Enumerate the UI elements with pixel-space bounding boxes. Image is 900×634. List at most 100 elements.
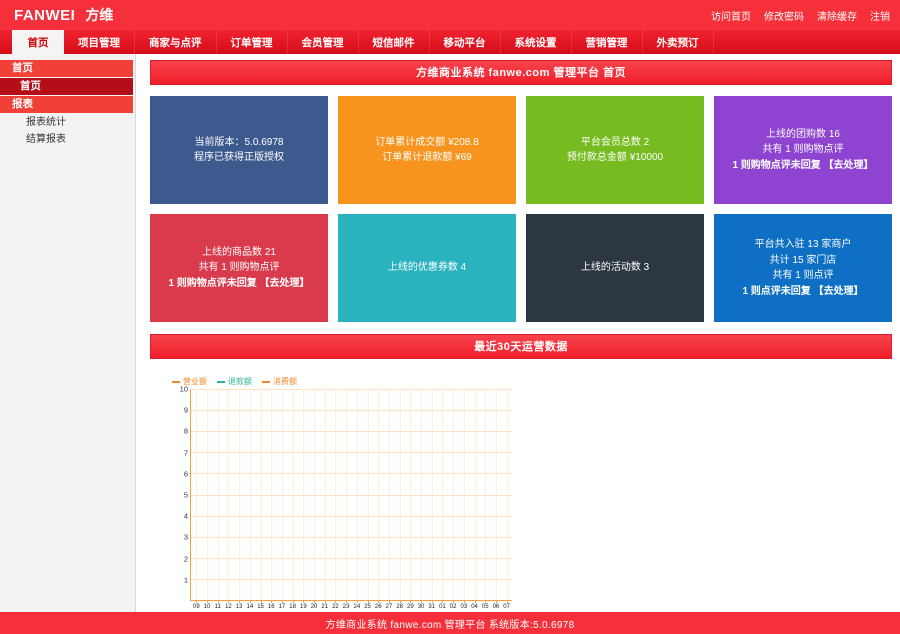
footer: 方维商业系统 fanwe.com 管理平台 系统版本:5.0.6978	[0, 612, 900, 634]
chart-x-tick-label: 23	[342, 604, 350, 610]
nav-tab-2[interactable]: 商家与点评	[135, 30, 217, 54]
chart-x-tick-label: 09	[193, 604, 200, 610]
card-action-link[interactable]: 1 则购物点评未回复 【去处理】	[168, 276, 309, 292]
chart-x-tick-mark	[314, 600, 316, 603]
card-action-link[interactable]: 1 则点评未回复 【去处理】	[742, 284, 863, 300]
sidebar-item-1-1[interactable]: 结算报表	[0, 131, 135, 148]
chart-gridline-v	[196, 389, 198, 600]
chart-gridline-v	[228, 389, 230, 600]
goods-card[interactable]: 上线的商品数 21 共有 1 则购物点评 1 则购物点评未回复 【去处理】	[150, 214, 328, 322]
chart-x-tick-label: 05	[481, 604, 489, 610]
legend-item-1[interactable]: 退款额	[217, 376, 252, 387]
stat-card-grid: 当前版本：5.0.6978 程序已获得正版授权 订单累计成交额 ¥208.8 订单累计…	[150, 96, 892, 322]
chart-gridline-v	[335, 389, 337, 600]
legend-label: 消费额	[273, 377, 297, 386]
nav-tab-7[interactable]: 系统设置	[501, 30, 572, 54]
chart-x-tick-mark	[421, 600, 423, 603]
chart-gridline-v	[346, 389, 348, 600]
chart-y-tick-label: 5	[183, 490, 188, 500]
chart-x-tick-label: 22	[332, 604, 339, 610]
version-card[interactable]: 当前版本：5.0.6978 程序已获得正版授权	[150, 96, 328, 204]
legend-item-0[interactable]: 营业额	[172, 376, 207, 387]
chart-x-tick-label: 19	[300, 604, 307, 610]
card-line: 平台会员总数 2	[580, 136, 650, 148]
card-line: 订单累计成交额 ¥208.8	[375, 136, 479, 148]
chart-x-tick-mark	[453, 600, 455, 603]
chart-x-tick-mark	[399, 600, 401, 603]
main-content: 方维商业系统 fanwe.com 管理平台 首页 当前版本：5.0.6978 程序…	[136, 54, 900, 632]
card-line: 共有 1 则购物点评	[198, 262, 280, 274]
chart-y-tick-label: 6	[183, 469, 188, 479]
chart-gridline-v	[281, 389, 283, 600]
groupbuy-card[interactable]: 上线的团购数 16 共有 1 则购物点评 1 则购物点评未回复 【去处理】	[714, 96, 892, 204]
card-line: 共计 15 家门店	[769, 254, 837, 266]
chart-gridline-v	[474, 389, 476, 600]
sidebar-group-head-0[interactable]: 首页	[0, 60, 133, 77]
legend-label: 退款额	[228, 377, 252, 386]
nav-tab-8[interactable]: 营销管理	[572, 30, 643, 54]
chart-x-tick-label: 10	[203, 604, 211, 610]
card-line: 程序已获得正版授权	[194, 152, 284, 163]
nav-tab-0[interactable]: 首页	[12, 30, 64, 54]
chart-x-tick-label: 01	[439, 604, 446, 610]
top-link-visit-home[interactable]: 访问首页	[711, 8, 751, 23]
sidebar: 首页 首页 报表 报表统计 结算报表	[0, 54, 136, 632]
chart-x-tick-mark	[249, 600, 251, 603]
chart-x-tick-label: 29	[407, 604, 414, 610]
nav-tab-4[interactable]: 会员管理	[288, 30, 359, 54]
order-amount-card[interactable]: 订单累计成交额 ¥208.8 订单累计退款额 ¥69	[338, 96, 516, 204]
nav-tab-6[interactable]: 移动平台	[430, 30, 501, 54]
chart-x-tick-label: 27	[385, 604, 393, 610]
chart-x-tick-label: 07	[503, 604, 510, 610]
top-link-change-password[interactable]: 修改密码	[764, 8, 804, 23]
page-title: 方维商业系统 fanwe.com 管理平台 首页	[150, 60, 892, 85]
card-line: 共有 1 则购物点评	[762, 144, 844, 156]
chart-gridline-v	[463, 389, 465, 600]
chart-x-tick-label: 11	[214, 604, 221, 610]
chart-x-tick-mark	[378, 600, 380, 603]
activity-card[interactable]: 上线的活动数 3	[526, 214, 704, 322]
top-bar: FANWEI 方维 访问首页 修改密码 清除缓存 注销	[0, 0, 900, 30]
chart-y-tick-label: 9	[183, 405, 188, 415]
chart-y-tick-label: 3	[183, 532, 188, 542]
sidebar-item-0-0[interactable]: 首页	[0, 78, 133, 95]
chart-x-tick-mark	[506, 600, 508, 603]
chart-x-tick-mark	[260, 600, 262, 603]
chart-legend: 营业额 退款额 消费额	[150, 376, 892, 387]
card-line: 预付款总金额 ¥10000	[566, 152, 664, 163]
chart-gridline-v	[453, 389, 455, 600]
chart-x-tick-label: 06	[492, 604, 500, 610]
card-line: 订单累计退款额 ¥69	[382, 152, 472, 163]
sidebar-group-head-1[interactable]: 报表	[0, 96, 133, 113]
nav-tab-9[interactable]: 外卖预订	[643, 30, 714, 54]
chart-x-tick-label: 17	[278, 604, 286, 610]
chart-gridline-v	[271, 389, 273, 600]
chart-x-tick-mark	[431, 600, 433, 603]
chart-y-tick-label: 7	[183, 448, 188, 458]
chart-x-tick-label: 25	[364, 604, 371, 610]
member-total-card[interactable]: 平台会员总数 2 预付款总金额 ¥10000	[526, 96, 704, 204]
top-links: 访问首页 修改密码 清除缓存 注销	[711, 8, 892, 23]
chart-x-tick-mark	[463, 600, 465, 603]
chart-gridline-v	[431, 389, 433, 600]
chart-gridline-v	[421, 389, 423, 600]
brand-logo[interactable]: FANWEI 方维	[14, 5, 113, 25]
top-link-clear-cache[interactable]: 清除缓存	[817, 8, 857, 23]
nav-tab-1[interactable]: 项目管理	[64, 30, 135, 54]
chart-x-tick-mark	[367, 600, 369, 603]
card-action-link[interactable]: 1 则购物点评未回复 【去处理】	[732, 158, 873, 174]
sidebar-item-1-0[interactable]: 报表统计	[0, 114, 135, 131]
chart-x-tick-label: 16	[267, 604, 275, 610]
chart-x-tick-label: 12	[225, 604, 232, 610]
card-line: 上线的商品数 21	[202, 246, 276, 258]
chart-gridline-v	[324, 389, 326, 600]
chart-y-tick-label: 10	[179, 384, 188, 394]
merchant-card[interactable]: 平台共入驻 13 家商户 共计 15 家门店 共有 1 则点评 1 则点评未回复 【去…	[714, 214, 892, 322]
chart-gridline-v	[207, 389, 209, 600]
legend-item-2[interactable]: 消费额	[262, 376, 297, 387]
top-link-logout[interactable]: 注销	[870, 8, 890, 23]
nav-tab-5[interactable]: 短信邮件	[359, 30, 430, 54]
coupon-card[interactable]: 上线的优惠券数 4	[338, 214, 516, 322]
nav-tab-3[interactable]: 订单管理	[217, 30, 288, 54]
chart-x-tick-mark	[335, 600, 337, 603]
